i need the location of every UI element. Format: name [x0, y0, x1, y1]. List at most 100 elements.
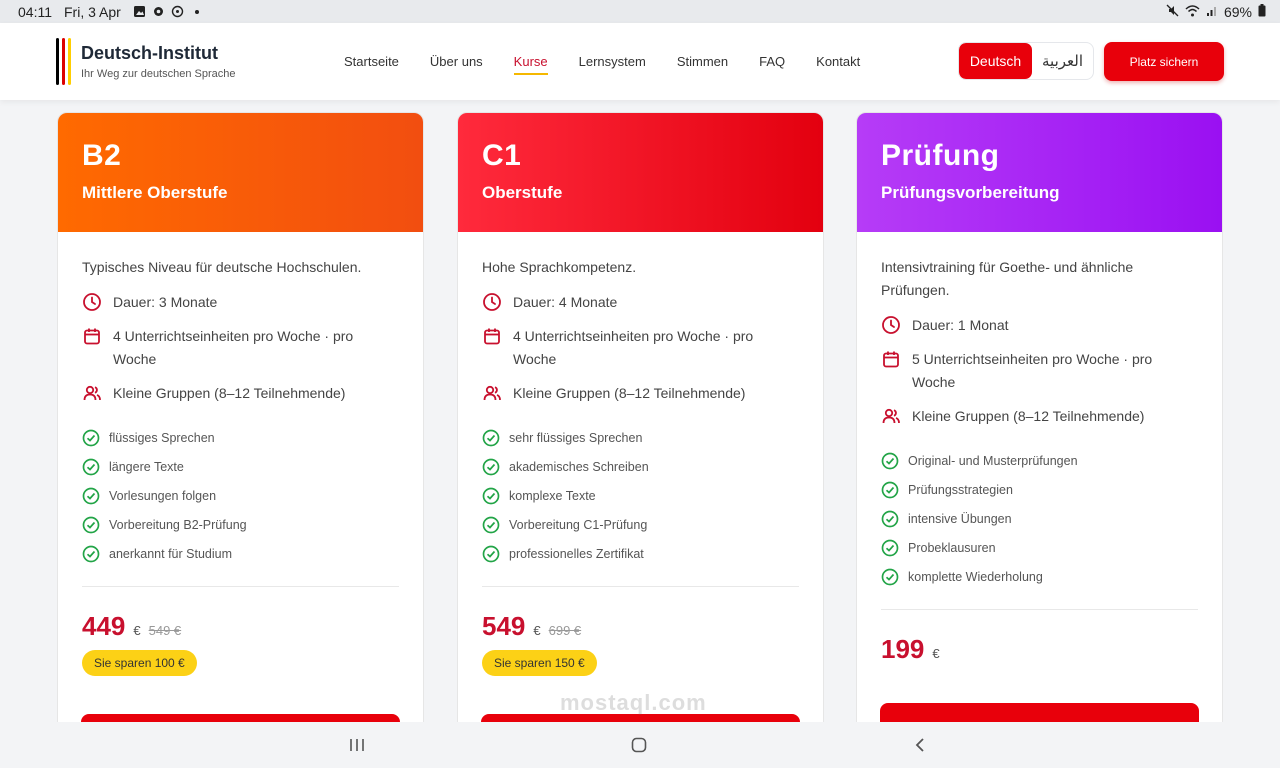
- nav-kontakt[interactable]: Kontakt: [816, 54, 860, 69]
- groups-text: Kleine Gruppen (8–12 Teilnehmende): [513, 385, 746, 401]
- feature-item: Original- und Musterprüfungen: [881, 446, 1198, 475]
- check-circle-icon: [881, 452, 899, 470]
- reserve-spot-button[interactable]: Platz sichern: [1104, 42, 1224, 81]
- feature-text: sehr flüssiges Sprechen: [509, 430, 643, 445]
- price-value: 549: [482, 611, 526, 641]
- settings-icon: [152, 5, 166, 19]
- users-icon: [82, 383, 102, 403]
- feature-text: anerkannt für Studium: [109, 546, 232, 561]
- course-description: Intensivtraining für Goethe- und ähnlich…: [881, 259, 1134, 298]
- savings-badge: Sie sparen 100 €: [82, 650, 197, 676]
- check-circle-icon: [82, 429, 100, 447]
- check-circle-icon: [881, 510, 899, 528]
- check-circle-icon: [482, 487, 500, 505]
- course-description: Typisches Niveau für deutsche Hochschule…: [82, 259, 362, 275]
- home-icon[interactable]: [626, 732, 652, 758]
- feature-text: Vorlesungen folgen: [109, 488, 217, 503]
- calendar-icon: [881, 349, 901, 369]
- brand-tagline: Ihr Weg zur deutschen Sprache: [81, 68, 236, 80]
- watermark: mostaql.com: [560, 690, 707, 715]
- feature-item: Prüfungsstrategien: [881, 475, 1198, 504]
- feature-item: Vorlesungen folgen: [82, 481, 399, 510]
- feature-text: komplexe Texte: [509, 488, 596, 503]
- check-circle-icon: [82, 458, 100, 476]
- check-circle-icon: [881, 568, 899, 586]
- lang-german-button[interactable]: Deutsch: [959, 43, 1032, 79]
- flag-icon: [56, 38, 71, 85]
- feature-text: Vorbereitung B2-Prüfung: [109, 517, 247, 532]
- nav-kurse[interactable]: Kurse: [513, 54, 548, 75]
- nav-startseite[interactable]: Startseite: [344, 54, 399, 69]
- course-level: Prüfung: [881, 139, 1000, 172]
- check-circle-icon: [482, 458, 500, 476]
- brand-name: Deutsch-Institut: [81, 43, 218, 63]
- feature-item: akademisches Schreiben: [482, 452, 799, 481]
- clock-icon: [482, 292, 502, 312]
- groups-row: Kleine Gruppen (8–12 Teilnehmende): [482, 382, 799, 405]
- card-header: Prüfung Prüfungsvorbereitung: [857, 113, 1222, 232]
- groups-text: Kleine Gruppen (8–12 Teilnehmende): [912, 408, 1145, 424]
- battery-icon: [1258, 3, 1266, 20]
- nav-stimmen[interactable]: Stimmen: [677, 54, 728, 69]
- feature-item: Vorbereitung B2-Prüfung: [82, 510, 399, 539]
- users-icon: [881, 406, 901, 426]
- nav-lernsystem[interactable]: Lernsystem: [579, 54, 646, 69]
- nav-ueber-uns[interactable]: Über uns: [430, 54, 483, 69]
- feature-text: Original- und Musterprüfungen: [908, 453, 1078, 468]
- signal-icon: [1206, 4, 1218, 20]
- feature-text: Vorbereitung C1-Prüfung: [509, 517, 648, 532]
- gallery-icon: [133, 5, 147, 19]
- price-currency: €: [533, 623, 541, 638]
- duration-text: Dauer: 4 Monate: [513, 294, 618, 310]
- check-circle-icon: [82, 487, 100, 505]
- card-header: C1 Oberstufe: [458, 113, 823, 232]
- lang-arabic-button[interactable]: العربية: [1032, 43, 1093, 79]
- feature-list: flüssiges Sprechen längere Texte Vorlesu…: [82, 423, 399, 568]
- feature-item: komplexe Texte: [482, 481, 799, 510]
- feature-text: intensive Übungen: [908, 511, 1012, 526]
- flag-stripe-gold: [68, 38, 71, 85]
- flag-stripe-red: [62, 38, 65, 85]
- feature-item: komplette Wiederholung: [881, 562, 1198, 591]
- check-circle-icon: [482, 429, 500, 447]
- logo[interactable]: Deutsch-Institut Ihr Weg zur deutschen S…: [56, 38, 236, 85]
- check-circle-icon: [82, 545, 100, 563]
- divider: [482, 586, 799, 587]
- nav-faq[interactable]: FAQ: [759, 54, 785, 69]
- course-card-c1: C1 Oberstufe Hohe Sprachkompetenz. Dauer…: [457, 112, 824, 732]
- savings-badge: Sie sparen 150 €: [482, 650, 597, 676]
- main-nav: Startseite Über uns Kurse Lernsystem Sti…: [344, 23, 860, 100]
- course-description: Hohe Sprachkompetenz.: [482, 259, 637, 275]
- back-icon[interactable]: [907, 732, 933, 758]
- battery-level: 69%: [1223, 3, 1252, 20]
- calendar-icon: [482, 326, 502, 346]
- feature-text: längere Texte: [109, 459, 184, 474]
- dot-icon: [190, 5, 204, 19]
- feature-item: flüssiges Sprechen: [82, 423, 399, 452]
- price-value: 199: [881, 634, 925, 664]
- mute-icon: [1166, 4, 1179, 20]
- course-subtitle: Prüfungsvorbereitung: [881, 183, 1060, 202]
- feature-item: sehr flüssiges Sprechen: [482, 423, 799, 452]
- course-level: C1: [482, 139, 522, 172]
- course-subtitle: Oberstufe: [482, 183, 563, 202]
- feature-item: anerkannt für Studium: [82, 539, 399, 568]
- price-row: 549 € 699 €: [482, 611, 799, 642]
- old-price: 549 €: [148, 623, 182, 638]
- divider: [82, 586, 399, 587]
- price-row: 449 € 549 €: [82, 611, 399, 642]
- divider: [881, 609, 1198, 610]
- recent-apps-icon[interactable]: [344, 732, 370, 758]
- check-circle-icon: [881, 481, 899, 499]
- old-price: 699 €: [548, 623, 582, 638]
- groups-row: Kleine Gruppen (8–12 Teilnehmende): [82, 382, 399, 405]
- clock-icon: [82, 292, 102, 312]
- duration-row: Dauer: 1 Monat: [881, 314, 1198, 337]
- check-circle-icon: [482, 516, 500, 534]
- status-date: Fri, 3 Apr: [64, 3, 121, 20]
- feature-text: komplette Wiederholung: [908, 569, 1043, 584]
- check-circle-icon: [82, 516, 100, 534]
- status-bar: 04:11 Fri, 3 Apr 69%: [0, 0, 1280, 23]
- lessons-row: 4 Unterrichtseinheiten pro Woche · pro W…: [482, 325, 799, 371]
- lessons-row: 5 Unterrichtseinheiten pro Woche · pro W…: [881, 348, 1198, 394]
